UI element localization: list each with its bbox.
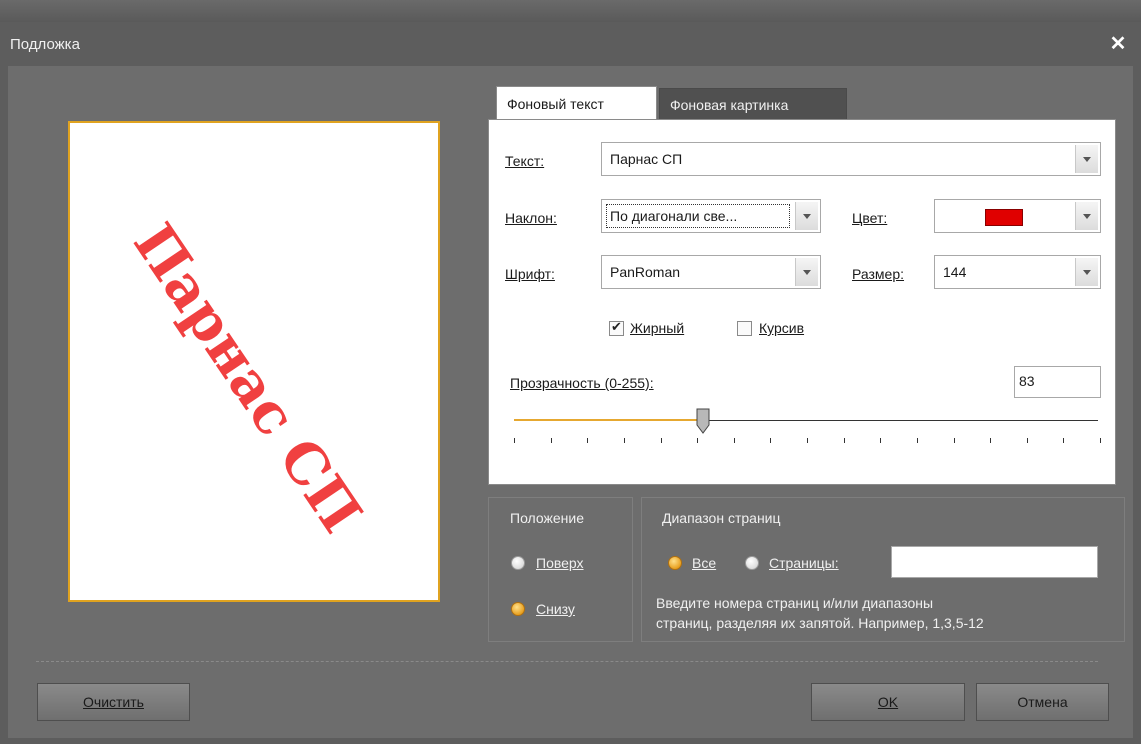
slider-track-filled	[514, 419, 704, 421]
slider-tick	[1100, 438, 1101, 443]
preview-page: Парнас СП	[68, 121, 440, 602]
radio-above-label[interactable]: Поверх	[536, 555, 584, 571]
radio-all-pages-label[interactable]: Все	[692, 555, 716, 571]
italic-label[interactable]: Курсив	[759, 320, 804, 336]
slider-tick	[551, 438, 552, 443]
size-label: Размер:	[852, 266, 905, 282]
radio-pages-label[interactable]: Страницы:	[769, 555, 839, 571]
slider-ticks	[514, 438, 1104, 444]
ok-button[interactable]: OK	[811, 683, 965, 721]
slider-tick	[954, 438, 955, 443]
slider-track[interactable]	[704, 420, 1098, 421]
color-swatch	[985, 209, 1023, 226]
slider-tick	[587, 438, 588, 443]
watermark-text: Парнас СП	[120, 212, 374, 545]
tab-background-image[interactable]: Фоновая картинка	[659, 88, 847, 120]
slider-tick	[514, 438, 515, 443]
tilt-combo-value: По диагонали све...	[610, 208, 738, 224]
top-strip	[0, 0, 1141, 22]
range-hint-line2: страниц, разделяя их запятой. Например, …	[656, 615, 984, 631]
font-label: Шрифт:	[505, 266, 555, 282]
slider-tick	[624, 438, 625, 443]
radio-below[interactable]	[511, 602, 525, 616]
slider-tick	[734, 438, 735, 443]
opacity-input[interactable]: 83	[1014, 366, 1101, 398]
slider-tick	[844, 438, 845, 443]
close-icon: ✕	[1109, 33, 1127, 55]
chevron-down-icon[interactable]	[795, 202, 818, 230]
radio-above[interactable]	[511, 556, 525, 570]
slider-tick	[661, 438, 662, 443]
chevron-down-icon[interactable]	[1075, 202, 1098, 230]
slider-tick	[1063, 438, 1064, 443]
slider-tick	[697, 438, 698, 443]
range-hint-line1: Введите номера страниц и/или диапазоны	[656, 595, 934, 611]
chevron-down-icon[interactable]	[1075, 145, 1098, 173]
bold-checkbox[interactable]	[609, 319, 624, 336]
pages-input[interactable]	[891, 546, 1098, 578]
size-combo[interactable]: 144	[934, 255, 1101, 289]
top-strip-shade	[0, 22, 1141, 30]
tab-background-text[interactable]: Фоновый текст	[496, 86, 657, 122]
text-combo[interactable]: Парнас СП	[601, 142, 1101, 176]
color-combo[interactable]	[934, 199, 1101, 233]
bold-label[interactable]: Жирный	[630, 320, 684, 336]
size-combo-value: 144	[943, 264, 967, 280]
dialog-title: Подложка	[10, 36, 80, 53]
slider-tick	[917, 438, 918, 443]
slider-tick	[807, 438, 808, 443]
close-button[interactable]: ✕	[1106, 32, 1130, 56]
text-label: Текст:	[505, 153, 545, 169]
color-label: Цвет:	[852, 210, 888, 226]
separator	[36, 661, 1098, 662]
clear-button[interactable]: Очистить	[37, 683, 190, 721]
radio-below-label[interactable]: Снизу	[536, 601, 575, 617]
cancel-button[interactable]: Отмена	[976, 683, 1109, 721]
tilt-label: Наклон:	[505, 210, 557, 226]
radio-pages[interactable]	[745, 556, 759, 570]
slider-tick	[770, 438, 771, 443]
text-combo-value: Парнас СП	[610, 151, 683, 167]
slider-tick	[1027, 438, 1028, 443]
font-combo-value: PanRoman	[610, 264, 681, 280]
slider-tick	[990, 438, 991, 443]
tilt-combo[interactable]: По диагонали све...	[601, 199, 821, 233]
page-range-group-title: Диапазон страниц	[662, 510, 781, 526]
cancel-button-label: Отмена	[1017, 694, 1068, 710]
opacity-label: Прозрачность (0-255):	[510, 375, 654, 391]
position-group-title: Положение	[510, 510, 584, 526]
chevron-down-icon[interactable]	[1075, 258, 1098, 286]
font-combo[interactable]: PanRoman	[601, 255, 821, 289]
slider-tick	[880, 438, 881, 443]
radio-all-pages[interactable]	[668, 556, 682, 570]
watermark-preview: Парнас СП	[120, 212, 374, 545]
chevron-down-icon[interactable]	[795, 258, 818, 286]
slider-thumb[interactable]	[696, 408, 710, 434]
italic-checkbox[interactable]	[737, 321, 752, 336]
clear-button-label: Очистить	[83, 694, 144, 710]
ok-button-label: OK	[877, 694, 899, 710]
